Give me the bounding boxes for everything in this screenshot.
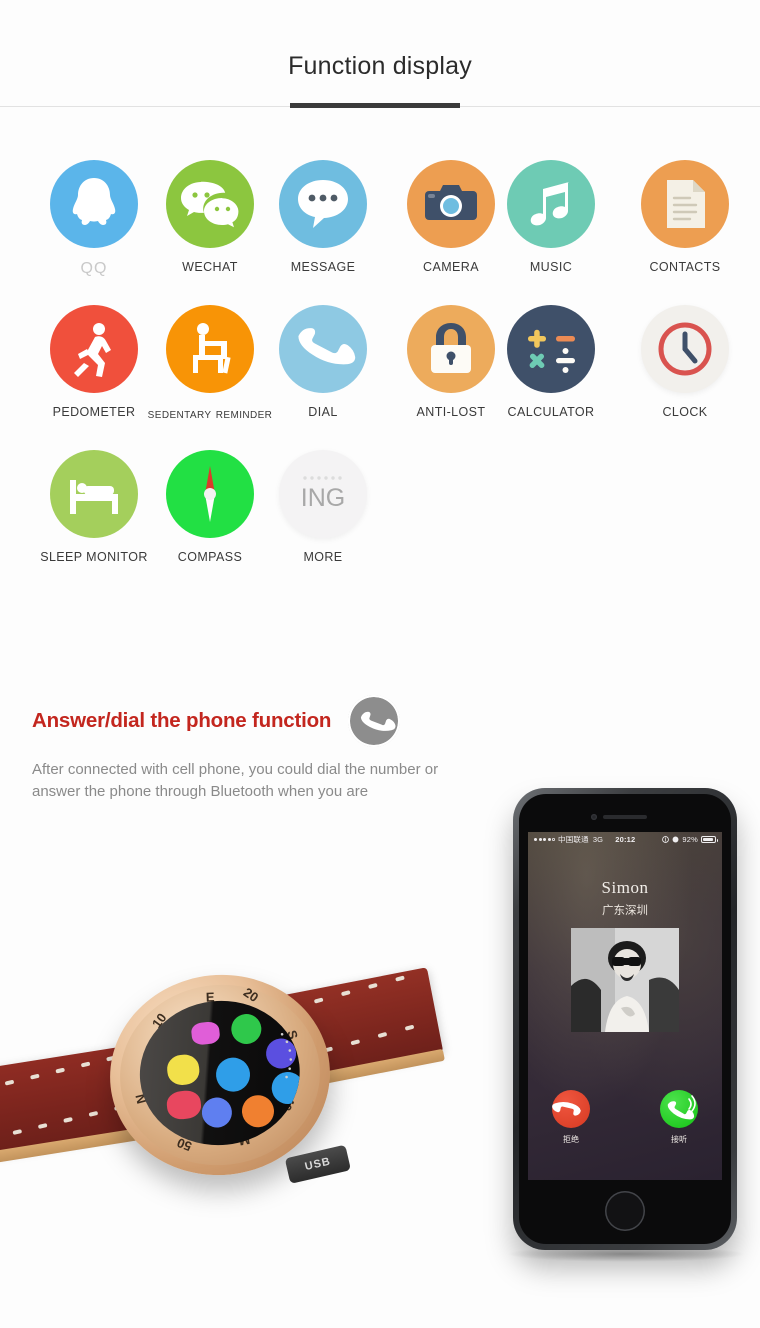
- caller-name: Simon: [601, 878, 649, 897]
- smartwatch-photo: E 10 20 S 40 M 50 N: [0, 935, 445, 1225]
- document-icon: [641, 160, 729, 248]
- phone-body: 中国联通 3G 20:12 92% Simon 广东深圳 拒绝 接听: [519, 794, 731, 1244]
- accept-call-label: 接听: [671, 1135, 687, 1144]
- feature-row-2: PEDOMETER Sedentary reminder DIAL ANTI-LOST…: [0, 305, 760, 450]
- message-bubble-icon: [279, 160, 367, 248]
- runner-icon: [50, 305, 138, 393]
- decline-phone-icon: [552, 1101, 581, 1116]
- phone-handset-icon: [279, 305, 367, 393]
- wechat-icon: [166, 160, 254, 248]
- carrier-label: 中国联通: [558, 835, 589, 844]
- feature-label: MORE: [303, 550, 343, 564]
- clock-icon: [641, 305, 729, 393]
- status-time: 20:12: [615, 835, 636, 844]
- location-icon: [662, 836, 670, 843]
- accept-call-button[interactable]: [660, 1090, 698, 1128]
- decline-call-label: 拒绝: [563, 1135, 579, 1144]
- front-camera-icon: [591, 814, 597, 820]
- promo-title: Answer/dial the phone function: [32, 709, 332, 732]
- feature-icon-grid: QQ WECHAT MESSAGE CAMERA MUSIC CONTACTS PEDOM…: [0, 160, 760, 595]
- header-active-underline: [290, 103, 460, 108]
- iphone-mockup: 中国联通 3G 20:12 92% Simon 广东深圳 拒绝 接听: [513, 788, 737, 1250]
- feature-cell[interactable]: CONTACTS: [610, 160, 760, 274]
- page-header: Function display: [0, 0, 760, 120]
- phone-statusbar: 中国联通 3G 20:12 92%: [528, 832, 722, 847]
- feature-cell[interactable]: ING MORE: [248, 450, 398, 564]
- feature-row-3: SLEEP MONITOR COMPASS ING MORE: [0, 450, 760, 595]
- phone-earpiece: [603, 815, 647, 819]
- caller-avatar: [571, 928, 679, 1032]
- watch-screen: [132, 993, 307, 1153]
- more-ing-icon: ING: [279, 450, 367, 538]
- phone-screen: 中国联通 3G 20:12 92% Simon 广东深圳 拒绝 接听: [528, 832, 722, 1180]
- decline-call-button[interactable]: [552, 1090, 590, 1128]
- accept-phone-icon: [667, 1095, 696, 1120]
- music-note-icon: [507, 160, 595, 248]
- battery-percent-label: 92%: [682, 835, 698, 844]
- calculator-icon: [507, 305, 595, 393]
- svg-text:ING: ING: [301, 484, 345, 512]
- caller-location: 广东深圳: [602, 905, 648, 917]
- battery-icon: [701, 836, 718, 843]
- feature-row-1: QQ WECHAT MESSAGE CAMERA MUSIC CONTACTS: [0, 160, 760, 305]
- page-title: Function display: [288, 52, 472, 80]
- compass-needle-icon: [166, 450, 254, 538]
- caller-photo-illustration: [571, 928, 679, 1032]
- signal-strength-icon: [534, 838, 555, 841]
- feature-label: CONTACTS: [649, 260, 721, 274]
- usb-port-label: USB: [303, 1155, 332, 1174]
- home-button[interactable]: [605, 1191, 645, 1231]
- feature-cell[interactable]: MUSIC: [476, 160, 626, 274]
- watch-usb-port: USB: [284, 1144, 351, 1184]
- qq-icon: [50, 160, 138, 248]
- statusbar-right-group: 92%: [662, 835, 718, 844]
- phone-handset-icon: [347, 695, 400, 747]
- network-type-label: 3G: [592, 835, 604, 844]
- sitting-person-icon: [166, 305, 254, 393]
- alarm-icon: [672, 836, 679, 843]
- bed-icon: [50, 450, 138, 538]
- product-photo-stage: E 10 20 S 40 M 50 N: [0, 760, 760, 1328]
- feature-label: CALCULATOR: [507, 405, 595, 419]
- feature-label: MUSIC: [529, 260, 573, 274]
- feature-label: CLOCK: [662, 405, 708, 419]
- watch-face-dots: [280, 1032, 293, 1079]
- feature-cell[interactable]: CALCULATOR: [476, 305, 626, 419]
- feature-cell[interactable]: CLOCK: [610, 305, 760, 419]
